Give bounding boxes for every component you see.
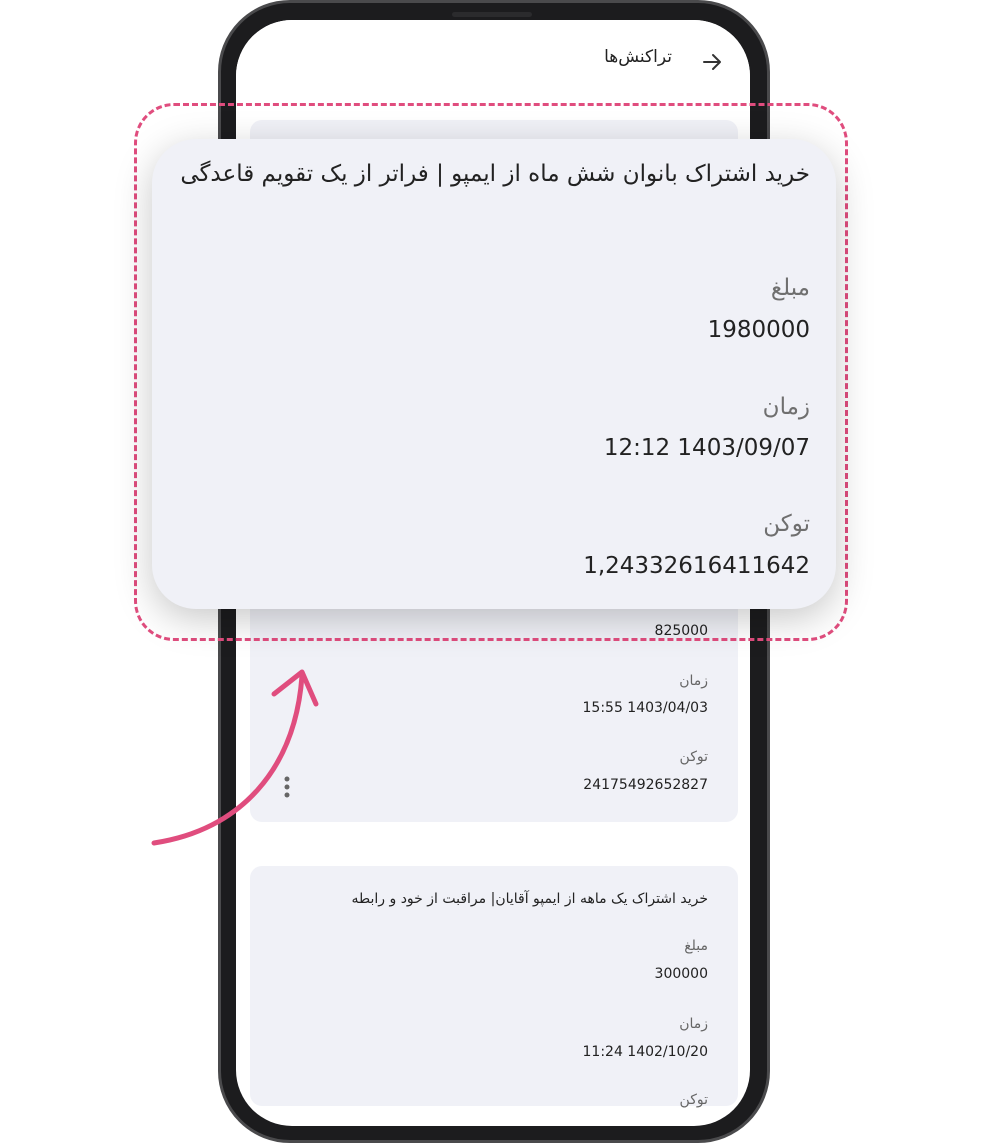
token-value: 24175492652827 <box>583 777 708 793</box>
back-arrow-icon[interactable] <box>700 50 724 74</box>
transaction-card[interactable]: خرید اشتراک یک ماهه از ایمپو آقایان| مرا… <box>250 866 738 1108</box>
amount-label: مبلغ <box>684 938 708 954</box>
token-label: توکن <box>679 749 708 765</box>
token-label: توکن <box>763 511 810 537</box>
curved-arrow-icon <box>151 669 319 846</box>
speaker-grille <box>452 12 532 17</box>
time-label: زمان <box>679 673 708 689</box>
token-label: توکن <box>679 1092 708 1108</box>
token-value: 1,24332616411642 <box>583 553 810 579</box>
page-title: تراکنش‌ها <box>604 47 672 67</box>
amount-label: مبلغ <box>770 275 810 301</box>
time-label: زمان <box>762 394 810 420</box>
zoomed-transaction-card: خرید اشتراک بانوان شش ماه از ایمپو | فرا… <box>152 139 836 609</box>
transaction-title: خرید اشتراک یک ماهه از ایمپو آقایان| مرا… <box>351 891 709 907</box>
amount-value: 1980000 <box>707 317 810 343</box>
amount-value: 300000 <box>654 966 708 982</box>
time-label: زمان <box>679 1016 708 1032</box>
transaction-title: خرید اشتراک بانوان شش ماه از ایمپو | فرا… <box>180 161 810 187</box>
time-value: 15:55 1403/04/03 <box>582 700 709 716</box>
time-value: 11:24 1402/10/20 <box>582 1044 709 1060</box>
app-header: تراکنش‌ها <box>236 20 750 102</box>
time-value: 12:12 1403/09/07 <box>603 435 810 461</box>
